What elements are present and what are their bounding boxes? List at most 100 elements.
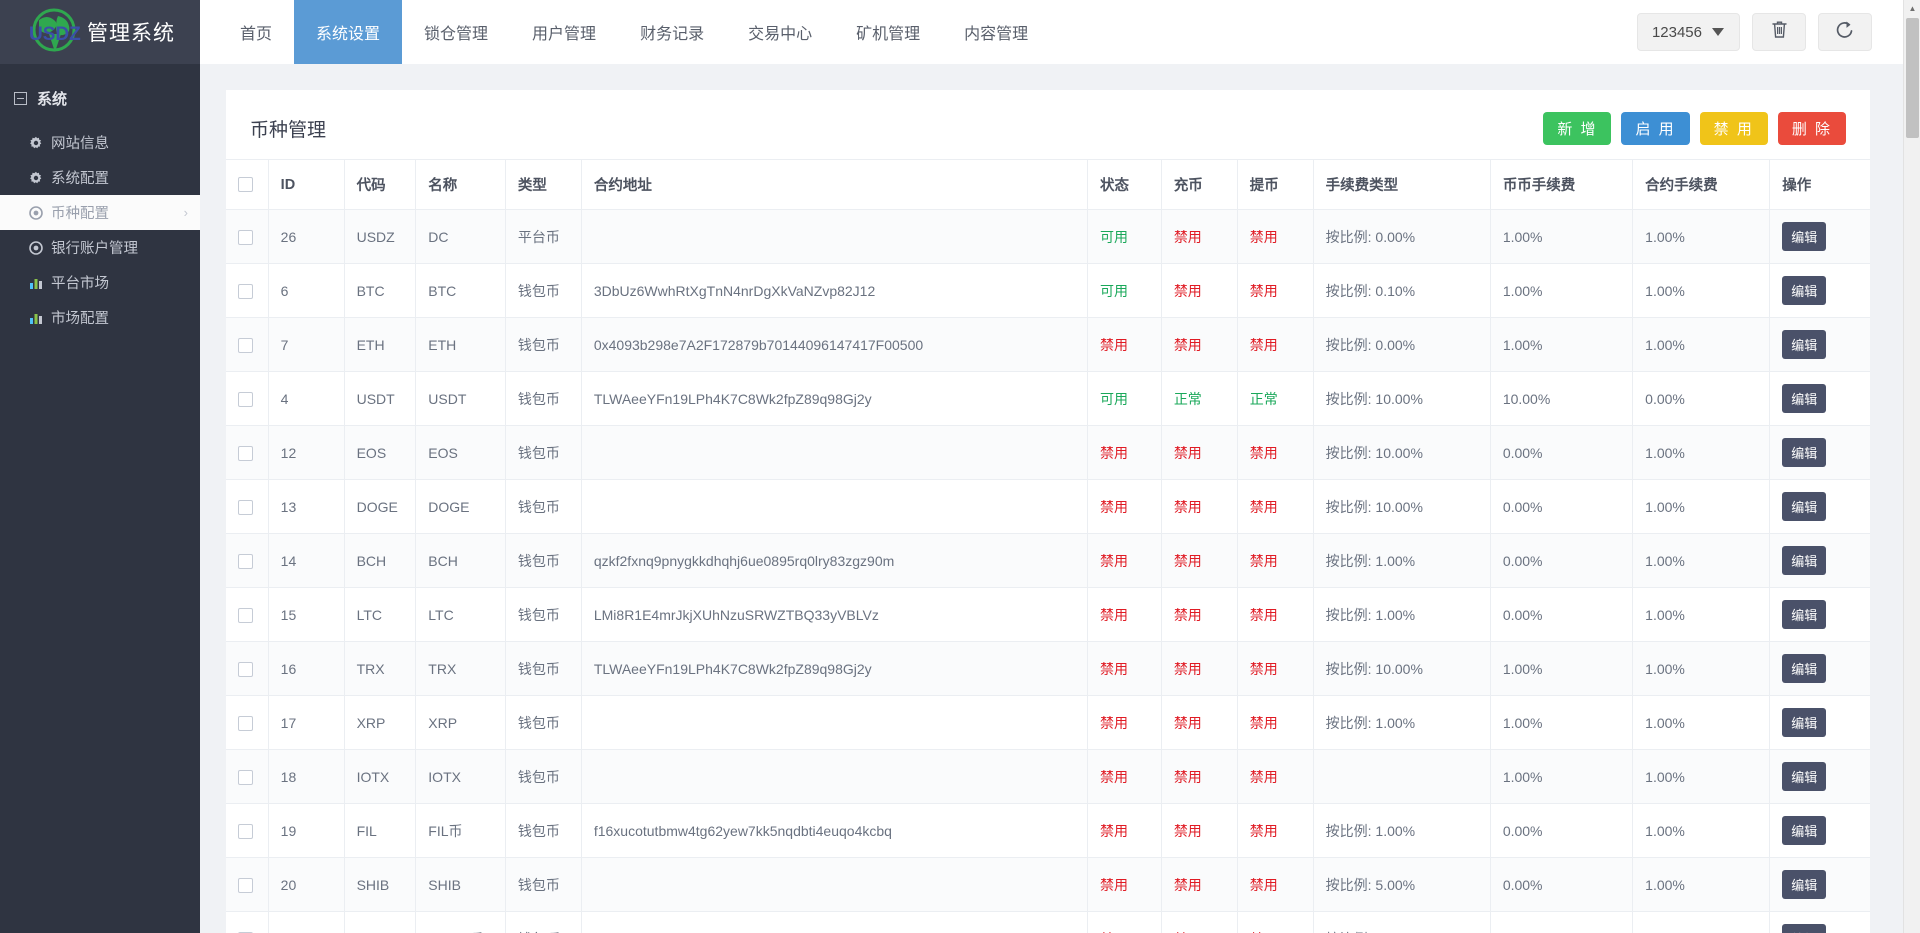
cell-fee-spot: 1.00% — [1490, 641, 1634, 696]
cell-code: DOGE — [344, 479, 417, 534]
top-header: USDZ 管理系统 首页 系统设置 锁仓管理 用户管理 财务记录 交易中心 矿机管理 内容管理… — [0, 0, 1920, 64]
globe-arrow-icon: USDZ — [25, 6, 83, 58]
cell-id: 19 — [268, 803, 345, 858]
cell-code: XRP — [344, 695, 417, 750]
cell-action: 编辑 — [1769, 749, 1870, 804]
brand-title: 管理系统 — [87, 22, 175, 45]
edit-button[interactable]: 编辑 — [1782, 654, 1827, 683]
brand-logo-area[interactable]: USDZ 管理系统 — [0, 0, 200, 64]
edit-button[interactable]: 编辑 — [1782, 384, 1827, 413]
cell-code: USDZ — [344, 209, 417, 264]
cell-fee-type: 按比例: 0.00% — [1313, 209, 1491, 264]
sidebar-item-1[interactable]: 系统配置 — [0, 160, 200, 195]
edit-button[interactable]: 编辑 — [1782, 816, 1827, 845]
cell-withdraw: 禁用 — [1237, 425, 1314, 480]
nav-item-2[interactable]: 锁仓管理 — [402, 0, 510, 64]
sidebar-group-system[interactable]: 系统 — [0, 82, 200, 115]
cell-id: 20 — [268, 857, 345, 912]
scroll-up-arrow-icon[interactable]: ▲ — [1904, 0, 1920, 17]
logout-icon-button[interactable] — [1818, 13, 1872, 51]
account-dropdown[interactable]: 123456 — [1636, 13, 1740, 51]
row-checkbox[interactable] — [238, 823, 253, 839]
cell-type: 钱包币 — [505, 533, 582, 588]
scrollbar-thumb[interactable] — [1906, 18, 1919, 138]
edit-button[interactable]: 编辑 — [1782, 924, 1827, 933]
cell-fee-type: 按比例: 5.00% — [1313, 857, 1491, 912]
cell-id: 18 — [268, 749, 345, 804]
cell-fee-spot: 1.00% — [1490, 911, 1634, 933]
row-checkbox[interactable] — [238, 445, 253, 461]
cell-fee-spot: 1.00% — [1490, 749, 1634, 804]
cell-address: TLWAeeYFn19LPh4K7C8Wk2fpZ89q98Gj2y — [581, 371, 1089, 426]
edit-button[interactable]: 编辑 — [1782, 600, 1827, 629]
sidebar-item-0[interactable]: 网站信息 — [0, 125, 200, 160]
cell-name: XRP — [415, 695, 506, 750]
select-all-checkbox[interactable] — [238, 177, 253, 193]
row-checkbox[interactable] — [238, 769, 253, 785]
edit-button[interactable]: 编辑 — [1782, 492, 1827, 521]
action-button-3[interactable]: 删 除 — [1777, 112, 1846, 145]
cell-fee-spot: 1.00% — [1490, 263, 1634, 318]
cell-name: TRX — [415, 641, 506, 696]
gear-icon — [28, 171, 43, 185]
edit-button[interactable]: 编辑 — [1782, 438, 1827, 467]
row-select-cell — [226, 587, 269, 642]
row-checkbox[interactable] — [238, 499, 253, 515]
nav-item-6[interactable]: 矿机管理 — [834, 0, 942, 64]
row-checkbox[interactable] — [238, 337, 253, 353]
nav-item-5[interactable]: 交易中心 — [726, 0, 834, 64]
sidebar-item-label: 市场配置 — [51, 311, 109, 327]
cell-fee-spot: 1.00% — [1490, 695, 1634, 750]
cell-fee-spot: 0.00% — [1490, 857, 1634, 912]
column-header-12: 操作 — [1769, 159, 1870, 210]
cell-deposit: 禁用 — [1161, 587, 1238, 642]
cell-withdraw: 禁用 — [1237, 641, 1314, 696]
row-checkbox[interactable] — [238, 283, 253, 299]
action-button-1[interactable]: 启 用 — [1621, 112, 1690, 145]
cell-state: 禁用 — [1087, 911, 1162, 933]
sidebar-item-4[interactable]: 平台市场 — [0, 265, 200, 300]
column-header-2: 代码 — [344, 159, 417, 210]
nav-item-3[interactable]: 用户管理 — [510, 0, 618, 64]
table-row: 12 EOS EOS 钱包币 禁用 禁用 禁用 按比例: 10.00% 0.00% 1.00% 编辑 — [226, 425, 1870, 480]
cell-name: FLOW币 — [415, 911, 506, 933]
nav-item-0[interactable]: 首页 — [218, 0, 294, 64]
row-checkbox[interactable] — [238, 661, 253, 677]
sidebar-item-2[interactable]: 币种配置 › — [0, 195, 200, 230]
nav-item-4[interactable]: 财务记录 — [618, 0, 726, 64]
trash-icon-button[interactable] — [1752, 13, 1806, 51]
edit-button[interactable]: 编辑 — [1782, 546, 1827, 575]
row-checkbox[interactable] — [238, 229, 253, 245]
edit-button[interactable]: 编辑 — [1782, 870, 1827, 899]
row-checkbox[interactable] — [238, 715, 253, 731]
row-checkbox[interactable] — [238, 877, 253, 893]
edit-button[interactable]: 编辑 — [1782, 762, 1827, 791]
brand-wordmark: USDZ — [29, 24, 81, 45]
row-checkbox[interactable] — [238, 607, 253, 623]
action-button-0[interactable]: 新 增 — [1543, 112, 1612, 145]
sidebar-item-5[interactable]: 市场配置 — [0, 300, 200, 335]
nav-item-1[interactable]: 系统设置 — [294, 0, 403, 64]
page-body: 系统 网站信息 系统配置 币种配置 › 银行账户管理 平台市场 市场配置 币种管理 新 增启… — [0, 64, 1920, 933]
cell-name: BCH — [415, 533, 506, 588]
sidebar-item-3[interactable]: 银行账户管理 — [0, 230, 200, 265]
cell-action: 编辑 — [1769, 587, 1870, 642]
row-checkbox[interactable] — [238, 391, 253, 407]
page-scrollbar[interactable]: ▲ — [1903, 0, 1920, 933]
cell-action: 编辑 — [1769, 317, 1870, 372]
edit-button[interactable]: 编辑 — [1782, 708, 1827, 737]
cell-fee-type: 按比例: 10.00% — [1313, 911, 1491, 933]
edit-button[interactable]: 编辑 — [1782, 222, 1827, 251]
action-button-2[interactable]: 禁 用 — [1699, 112, 1768, 145]
edit-button[interactable]: 编辑 — [1782, 276, 1827, 305]
cell-name: ETH — [415, 317, 506, 372]
table-row: 26 USDZ DC 平台币 可用 禁用 禁用 按比例: 0.00% 1.00% 1.00% 编辑 — [226, 209, 1870, 264]
cell-type: 钱包币 — [505, 695, 582, 750]
row-select-cell — [226, 263, 269, 318]
cell-type: 钱包币 — [505, 803, 582, 858]
cell-address: qzkf2fxnq9pnygkkdhqhj6ue0895rq0lry83zgz9… — [581, 533, 1089, 588]
nav-item-7[interactable]: 内容管理 — [942, 0, 1050, 64]
edit-button[interactable]: 编辑 — [1782, 330, 1827, 359]
cell-fee-contract: 1.00% — [1632, 587, 1771, 642]
row-checkbox[interactable] — [238, 553, 253, 569]
